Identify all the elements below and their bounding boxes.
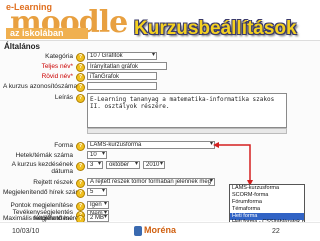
- footer-logo-text: Moréna: [144, 225, 177, 235]
- help-icon[interactable]: ?: [76, 189, 85, 198]
- morena-logo: Moréna: [134, 225, 176, 236]
- help-icon[interactable]: ?: [76, 142, 85, 151]
- page-number: 22: [272, 228, 280, 235]
- select-year[interactable]: 2010: [143, 161, 165, 169]
- label-kategoria: Kategória: [45, 53, 73, 60]
- row-teljes-nev: Teljes név* ? Irányítatlan gráfok: [0, 62, 320, 72]
- label-hirek: Megjelenítendő hírek száma: [3, 189, 85, 196]
- row-hetek-szama: Hetek/témák száma 10: [0, 151, 320, 161]
- dropdown-option[interactable]: SCORM-forma: [230, 192, 304, 199]
- select-hetek-szama[interactable]: 10: [87, 151, 107, 159]
- row-kategoria: Kategória ? 10 / Grafitok: [0, 52, 320, 62]
- select-rejtett[interactable]: A rejtett részek tömör formában jelennek…: [87, 178, 215, 186]
- dropdown-option[interactable]: Fórumforma: [230, 199, 304, 206]
- dropdown-option[interactable]: Témaforma: [230, 206, 304, 213]
- footer: 10/03/10 Moréna 22: [0, 222, 320, 241]
- editor-toolbar[interactable]: [87, 128, 287, 134]
- textarea-leiras[interactable]: E-Learning tananyag a matematika-informa…: [87, 93, 287, 128]
- select-forma[interactable]: LAMS-kurzusforma: [87, 141, 215, 149]
- help-icon[interactable]: ?: [76, 83, 85, 92]
- header: e-Learning moodle az iskolában Kurzusbeá…: [0, 0, 320, 40]
- label-kezdes: A kurzus kezdésének dátuma: [11, 161, 73, 175]
- select-month[interactable]: október: [106, 161, 140, 169]
- section-title: Általános: [4, 42, 41, 51]
- label-leiras: Leírás: [54, 94, 73, 101]
- row-forma: Forma ? LAMS-kurzusforma: [0, 141, 320, 151]
- label-rovid-nev: Rövid név*: [41, 73, 73, 80]
- help-icon[interactable]: ?: [76, 53, 85, 62]
- help-icon[interactable]: ?: [76, 73, 85, 82]
- select-maxmeret[interactable]: 2 MB: [87, 214, 109, 222]
- input-teljes-nev[interactable]: Irányítatlan gráfok: [87, 62, 167, 70]
- label-azonosito: A kurzus azonosítószáma: [3, 83, 78, 90]
- row-rovid-nev: Rövid név* ? iTanGrafok: [0, 72, 320, 82]
- help-icon[interactable]: ?: [76, 63, 85, 72]
- forma-dropdown-list[interactable]: LAMS-kurzusforma SCORM-forma Fórumforma …: [229, 184, 305, 226]
- row-leiras: Leírás ? E-Learning tananyag a matematik…: [0, 93, 320, 135]
- help-icon[interactable]: ?: [76, 179, 85, 188]
- label-forma: Forma: [54, 142, 73, 149]
- row-azonosito: A kurzus azonosítószáma ?: [0, 82, 320, 92]
- input-azonosito[interactable]: [87, 82, 157, 90]
- morena-logo-icon: [134, 225, 142, 236]
- label-hetek-szama: Hetek/témák száma: [15, 152, 73, 159]
- select-kategoria[interactable]: 10 / Grafitok: [87, 52, 157, 60]
- brand-subtitle: az iskolában: [6, 28, 88, 39]
- footer-date: 10/03/10: [12, 228, 40, 235]
- help-icon[interactable]: ?: [76, 162, 85, 171]
- help-icon[interactable]: ?: [76, 94, 85, 103]
- label-rejtett: Rejtett részek: [33, 179, 73, 186]
- row-kezdes: A kurzus kezdésének dátuma ? 3 október 2…: [0, 161, 320, 175]
- label-teljes-nev: Teljes név*: [41, 63, 73, 70]
- page-title: Kurzusbeállítások: [134, 18, 297, 39]
- input-rovid-nev[interactable]: iTanGrafok: [87, 72, 157, 80]
- dropdown-option[interactable]: LAMS-kurzusforma: [230, 185, 304, 192]
- select-day[interactable]: 3: [87, 161, 103, 169]
- select-hirek[interactable]: 5: [87, 188, 107, 196]
- select-pontok[interactable]: Igen: [87, 201, 109, 209]
